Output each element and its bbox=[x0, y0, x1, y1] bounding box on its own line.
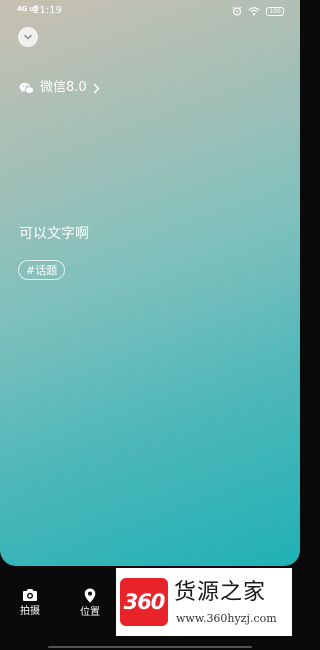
toolbar-item-camera[interactable]: 拍摄 bbox=[10, 588, 50, 618]
status-editor-card: 4G ull 21:19 100 微信8.0 可以文字啊 #话题 bbox=[0, 0, 300, 566]
chevron-down-icon bbox=[24, 34, 32, 40]
status-bar: 4G ull 21:19 100 bbox=[0, 0, 300, 24]
watermark-logo: 360 bbox=[120, 578, 168, 626]
wechat-icon bbox=[19, 82, 34, 94]
camera-icon bbox=[23, 589, 37, 601]
alarm-icon bbox=[232, 6, 242, 16]
toolbar-item-label: 拍摄 bbox=[20, 606, 40, 617]
watermark-url: www.360hyzj.com bbox=[176, 612, 277, 625]
toolbar-item-label: 位置 bbox=[80, 607, 100, 618]
status-right-icons: 100 bbox=[232, 5, 284, 17]
post-text[interactable]: 可以文字啊 bbox=[19, 224, 89, 244]
location-pin-icon bbox=[84, 588, 96, 603]
collapse-button[interactable] bbox=[18, 27, 38, 47]
wifi-icon bbox=[248, 7, 260, 16]
toolbar-item-location[interactable]: 位置 bbox=[70, 588, 110, 619]
watermark-overlay: 360 货源之家 www.360hyzj.com bbox=[116, 568, 292, 636]
chevron-right-icon bbox=[93, 83, 99, 93]
battery-icon: 100 bbox=[266, 6, 284, 16]
home-indicator bbox=[48, 646, 252, 648]
share-target-label: 微信8.0 bbox=[40, 80, 87, 95]
screen: 4G ull 21:19 100 微信8.0 可以文字啊 #话题 拍摄 位置 3… bbox=[0, 0, 300, 650]
share-target-row[interactable]: 微信8.0 bbox=[19, 79, 100, 97]
status-time: 21:19 bbox=[33, 5, 62, 16]
topic-chip[interactable]: #话题 bbox=[18, 260, 66, 280]
watermark-title: 货源之家 bbox=[174, 580, 267, 605]
